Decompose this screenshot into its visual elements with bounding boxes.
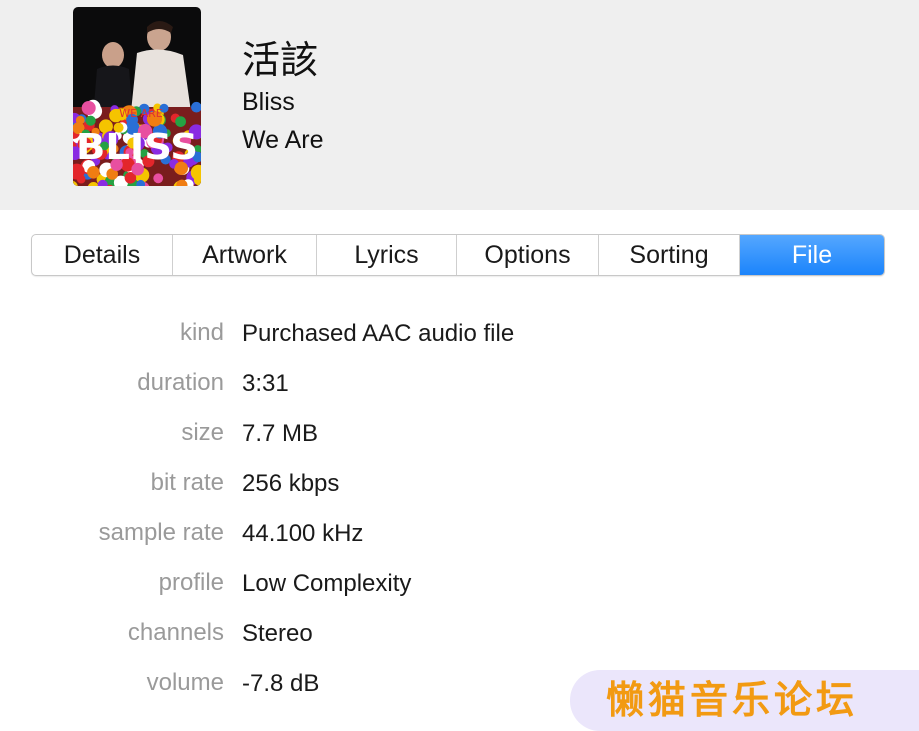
tab-options[interactable]: Options [457, 235, 599, 275]
property-row-duration: duration 3:31 [0, 358, 919, 408]
property-row-sample-rate: sample rate 44.100 kHz [0, 508, 919, 558]
property-label: volume [146, 669, 224, 696]
ball-shape [153, 173, 164, 184]
tab-lyrics[interactable]: Lyrics [317, 235, 457, 275]
album-artwork: WE ARE BLISS [73, 7, 201, 186]
property-label: kind [179, 319, 224, 346]
tab-bar: Details Artwork Lyrics Options Sorting F… [31, 234, 885, 276]
property-row-profile: profile Low Complexity [0, 558, 919, 608]
watermark-text: 懒猫音乐论坛 [606, 678, 859, 722]
tab-file[interactable]: File [740, 235, 884, 275]
property-value: 3:31 [242, 370, 289, 397]
property-value: Stereo [242, 620, 313, 647]
property-value: -7.8 dB [242, 670, 320, 697]
song-title: 活該 [242, 38, 319, 82]
property-label: duration [137, 369, 224, 396]
property-label: profile [158, 569, 224, 596]
ball-shape [81, 101, 96, 115]
property-row-size: size 7.7 MB [0, 408, 919, 458]
property-value: 7.7 MB [242, 420, 319, 447]
song-artist: Bliss [242, 88, 295, 116]
cover-bliss-logo: BLISS [76, 127, 198, 168]
ball-shape [85, 115, 96, 126]
tab-sorting[interactable]: Sorting [599, 235, 740, 275]
ball-shape [175, 116, 186, 127]
cover-we-are-text: WE ARE [119, 107, 162, 120]
tab-artwork[interactable]: Artwork [173, 235, 317, 275]
property-label: bit rate [150, 469, 224, 496]
watermark-badge: 懒猫音乐论坛 [570, 670, 919, 731]
property-row-bit-rate: bit rate 256 kbps [0, 458, 919, 508]
album-cover-image: WE ARE BLISS [73, 7, 201, 186]
property-row-channels: channels Stereo [0, 608, 919, 658]
property-value: 44.100 kHz [242, 520, 364, 547]
property-label: channels [127, 619, 224, 646]
property-value: Purchased AAC audio file [242, 320, 515, 347]
header: WE ARE BLISS 活該 Bliss We Are [0, 0, 919, 210]
property-row-kind: kind Purchased AAC audio file [0, 308, 919, 358]
property-value: 256 kbps [242, 470, 340, 497]
ball-shape [75, 115, 85, 125]
tab-details[interactable]: Details [32, 235, 173, 275]
song-album: We Are [242, 126, 324, 154]
property-label: sample rate [98, 519, 224, 546]
property-value: Low Complexity [242, 570, 412, 597]
property-label: size [181, 419, 224, 446]
